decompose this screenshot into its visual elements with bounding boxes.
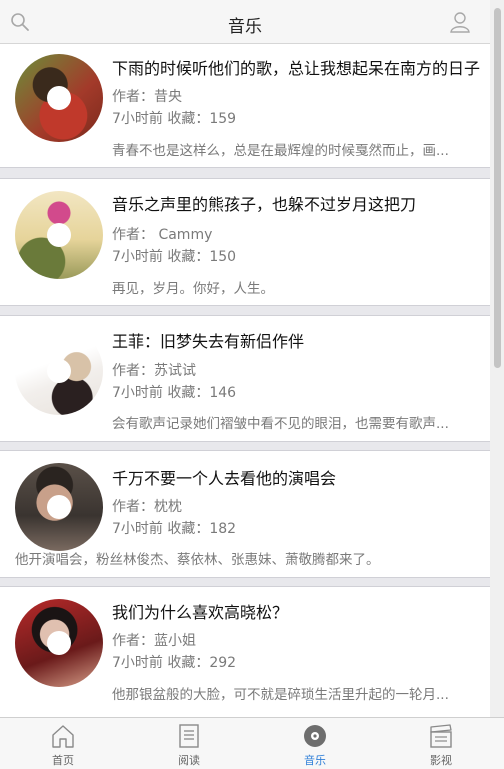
user-icon[interactable] [450,11,470,33]
article-excerpt: 青春不也是这样么，总是在最辉煌的时候戛然而止，画... [112,143,449,159]
article-thumbnail[interactable] [15,54,103,142]
article-title[interactable]: 音乐之声里的熊孩子，也躲不过岁月这把刀 [112,191,490,215]
article-excerpt: 会有歌声记录她们褶皱中看不见的眼泪，也需要有歌声... [112,416,449,432]
top-nav-bar: 音乐 [0,0,490,44]
article-meta: 7小时前 收藏：292 [112,655,237,671]
home-icon [52,725,74,748]
article-thumbnail[interactable] [15,463,103,551]
article-author: 作者：苏试试 [112,363,196,379]
disc-center [47,223,71,247]
tab-film[interactable]: 影视 [378,718,504,769]
disc-center [47,359,71,383]
article-card[interactable]: 王菲：旧梦失去有新侣作伴 作者：苏试试 7小时前 收藏：146 会有歌声记录她们… [0,315,490,442]
article-excerpt: 再见，岁月。你好，人生。 [112,281,274,297]
tab-music[interactable]: 音乐 [252,718,378,769]
music-disc-icon [304,725,326,747]
article-thumbnail[interactable] [15,327,103,415]
article-card[interactable]: 千万不要一个人去看他的演唱会 作者：枕枕 7小时前 收藏：182 他开演唱会，粉… [0,450,490,578]
article-author: 作者：枕枕 [112,499,182,515]
article-title[interactable]: 千万不要一个人去看他的演唱会 [112,465,490,489]
book-icon [179,724,199,748]
article-meta: 7小时前 收藏：159 [112,111,237,127]
tab-label: 阅读 [178,754,200,767]
app-screen: 音乐 下雨的时候听他们的歌，总让我想起呆在南方的日子 作者：昔央 7小时前 收藏… [0,0,504,769]
bottom-tab-bar: 首页 阅读 音乐 影视 [0,717,504,769]
article-meta: 7小时前 收藏：146 [112,385,237,401]
tab-label: 影视 [430,754,452,767]
tab-label: 音乐 [304,754,326,767]
article-card[interactable]: 我们为什么喜欢高晓松？ 作者：蓝小姐 7小时前 收藏：292 他那银盆般的大脸，… [0,586,490,717]
disc-center [47,86,71,110]
tab-reading[interactable]: 阅读 [126,718,252,769]
article-meta: 7小时前 收藏：182 [112,521,237,537]
article-title[interactable]: 我们为什么喜欢高晓松？ [112,599,490,623]
disc-center [47,495,71,519]
article-thumbnail[interactable] [15,191,103,279]
article-card[interactable]: 下雨的时候听他们的歌，总让我想起呆在南方的日子 作者：昔央 7小时前 收藏：15… [0,44,490,168]
disc-center [47,631,71,655]
article-card[interactable]: 音乐之声里的熊孩子，也躲不过岁月这把刀 作者： Cammy 7小时前 收藏：15… [0,178,490,306]
scrollbar-thumb[interactable] [494,8,501,368]
article-title[interactable]: 王菲：旧梦失去有新侣作伴 [112,328,490,352]
scrollbar[interactable] [490,0,504,717]
article-excerpt: 他开演唱会，粉丝林俊杰、蔡依林、张惠妹、萧敬腾都来了。 [15,552,380,568]
article-author: 作者： Cammy [112,227,213,243]
tab-home[interactable]: 首页 [0,718,126,769]
article-thumbnail[interactable] [15,599,103,687]
article-meta: 7小时前 收藏：150 [112,249,237,265]
tab-label: 首页 [52,754,74,767]
article-excerpt: 他那银盆般的大脸，可不就是碎琐生活里升起的一轮月... [112,687,449,703]
clapperboard-icon [430,724,452,748]
article-author: 作者：昔央 [112,89,182,105]
page-title: 音乐 [228,17,262,37]
article-title[interactable]: 下雨的时候听他们的歌，总让我想起呆在南方的日子 [112,55,490,79]
article-author: 作者：蓝小姐 [112,633,196,649]
article-feed: 下雨的时候听他们的歌，总让我想起呆在南方的日子 作者：昔央 7小时前 收藏：15… [0,44,490,717]
